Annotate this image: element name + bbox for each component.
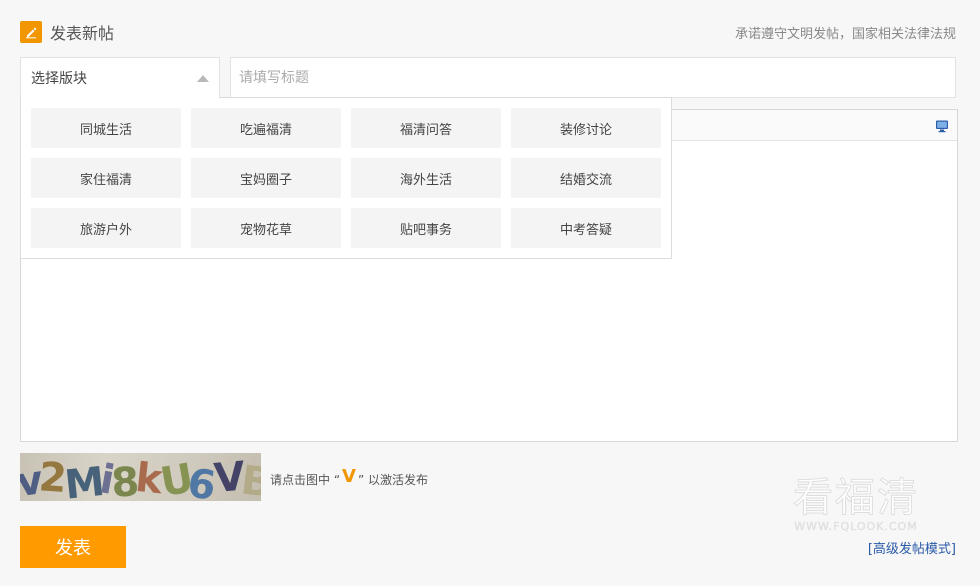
board-option[interactable]: 贴吧事务 xyxy=(351,208,501,248)
page-title: 发表新帖 xyxy=(50,24,115,43)
board-option[interactable]: 海外生活 xyxy=(351,158,501,198)
watermark-url: WWW.FQLOOK.COM xyxy=(794,520,918,533)
board-option[interactable]: 同城生活 xyxy=(31,108,181,148)
captcha-tip: 请点击图中 “ V ” 以激活发布 xyxy=(270,466,429,488)
board-option[interactable]: 家住福清 xyxy=(31,158,181,198)
captcha-tip-prefix: 请点击图中 “ xyxy=(270,473,341,487)
captcha-tip-suffix: ” 以激活发布 xyxy=(357,473,429,487)
board-option[interactable]: 装修讨论 xyxy=(511,108,661,148)
board-select-label: 选择版块 xyxy=(31,71,87,87)
page-header: 发表新帖 承诺遵守文明发帖，国家相关法律法规 xyxy=(20,20,956,44)
caret-up-icon xyxy=(197,74,209,82)
header-left: 发表新帖 xyxy=(20,20,114,44)
submit-button[interactable]: 发表 xyxy=(20,526,126,568)
board-dropdown: 同城生活 吃遍福清 福清问答 装修讨论 家住福清 宝妈圈子 海外生活 结婚交流 … xyxy=(20,97,672,259)
board-select[interactable]: 选择版块 xyxy=(20,57,220,98)
board-option[interactable]: 中考答疑 xyxy=(511,208,661,248)
title-input[interactable] xyxy=(230,57,956,98)
board-option[interactable]: 旅游户外 xyxy=(31,208,181,248)
captcha-target-char: V xyxy=(342,466,356,487)
board-option[interactable]: 吃遍福清 xyxy=(191,108,341,148)
captcha-image[interactable]: v2Mi8kU6VB xyxy=(20,453,261,501)
watermark-logo-text: 看福清 xyxy=(793,475,919,521)
posting-notice: 承诺遵守文明发帖，国家相关法律法规 xyxy=(734,26,956,42)
board-option[interactable]: 宠物花草 xyxy=(191,208,341,248)
board-option[interactable]: 结婚交流 xyxy=(511,158,661,198)
site-watermark: 看福清 WWW.FQLOOK.COM xyxy=(786,475,926,534)
captcha-char: 6 xyxy=(185,460,217,501)
edit-icon xyxy=(20,21,42,43)
board-option[interactable]: 福清问答 xyxy=(351,108,501,148)
captcha-char: B xyxy=(238,457,261,501)
advanced-mode-link[interactable]: [高级发帖模式] xyxy=(868,538,956,557)
monitor-icon[interactable] xyxy=(935,118,949,133)
captcha-char: 2 xyxy=(37,454,66,501)
captcha-text: v2Mi8kU6VB xyxy=(20,453,261,501)
board-option[interactable]: 宝妈圈子 xyxy=(191,158,341,198)
